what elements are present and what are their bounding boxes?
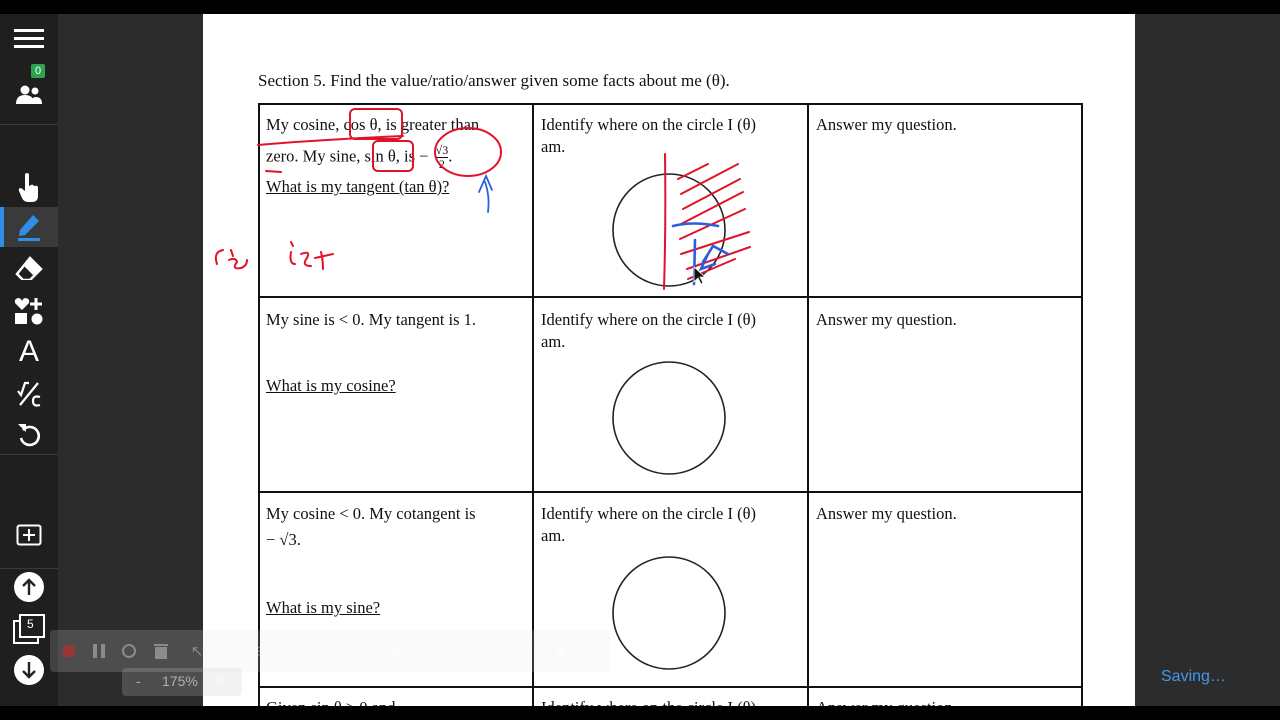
hand-pointer-icon[interactable] (0, 167, 58, 207)
restart-icon[interactable] (118, 640, 140, 662)
fraction-denominator: 2 (438, 157, 445, 171)
zoom-minus-button[interactable]: - (136, 673, 141, 689)
row1-identify-line2: am. (541, 137, 566, 156)
scroll-up-icon[interactable] (14, 572, 44, 602)
spotlight-icon[interactable]: ✳ (282, 640, 304, 662)
row3-fact-line2: − √3. (266, 530, 301, 549)
row3-facts: My cosine < 0. My cotangent is − √3. Wha… (266, 503, 526, 619)
row1-fact-line2: zero. My sine, sin θ, is − (266, 146, 429, 166)
row1-facts: My cosine, cos θ, is greater than zero. … (266, 114, 526, 198)
row3-identify: Identify where on the circle I (θ) am. (541, 503, 803, 547)
camera-icon[interactable]: ■ (550, 640, 572, 662)
row1-fraction-tail: . (448, 146, 453, 166)
row1-question: What is my tangent (tan θ)? (266, 177, 450, 196)
undo-icon[interactable] (0, 414, 58, 454)
section-title: Section 5. Find the value/ratio/answer g… (258, 71, 730, 90)
recording-toolbar: ↖ ⊕ ⊖ ✳ ⬚ T ▦ ✎ ☺ ◇ ⊘ ■ ‹ (50, 630, 610, 672)
hide-drawing-icon[interactable]: ⊘ (516, 640, 538, 662)
participants-count-badge: 0 (31, 64, 46, 78)
zoom-in-icon[interactable]: ⊕ (220, 640, 242, 662)
collapse-icon[interactable]: ‹ (582, 640, 604, 662)
row2-identify-line1: Identify where on the circle I (θ) (541, 310, 756, 329)
row3-identify-line2: am. (541, 526, 566, 545)
table-border (258, 491, 1083, 493)
row1-identify-line1: Identify where on the circle I (θ) (541, 115, 756, 134)
zoom-control: - 175% + (122, 668, 242, 696)
divider (0, 568, 58, 569)
table-border (532, 103, 534, 706)
page-count-icon[interactable]: 5 (13, 614, 45, 644)
zoom-plus-button[interactable]: + (216, 670, 227, 691)
divider (0, 454, 58, 455)
row3-identify-line1: Identify where on the circle I (θ) (541, 504, 756, 523)
row2-question: What is my cosine? (266, 376, 396, 395)
record-stop-icon[interactable] (58, 640, 80, 662)
divider (0, 124, 58, 125)
worksheet-page[interactable]: Section 5. Find the value/ratio/answer g… (203, 14, 1135, 706)
scroll-down-icon[interactable] (14, 655, 44, 685)
row1-answer: Answer my question. (816, 115, 957, 134)
row2-identify-line2: am. (541, 332, 566, 351)
eraser-icon[interactable] (0, 248, 58, 288)
worksheet-table: My cosine, cos θ, is greater than zero. … (258, 103, 1083, 706)
row4-identify: Identify where on the circle I (θ) (541, 697, 756, 706)
table-border (258, 103, 1083, 105)
row3-answer: Answer my question. (816, 504, 957, 523)
add-page-icon[interactable] (0, 515, 58, 555)
top-bar (0, 0, 1280, 14)
page-count-label: 5 (27, 617, 34, 631)
row1-identify: Identify where on the circle I (θ) am. (541, 114, 803, 158)
saving-status: Saving… (1161, 668, 1226, 685)
shapes-icon[interactable] (0, 291, 58, 331)
emoji-icon[interactable]: ☺ (450, 640, 472, 662)
math-tool-icon[interactable] (0, 374, 58, 414)
text-tool-icon[interactable]: A (0, 332, 58, 372)
row4-facts: Given sin θ > 0 and (266, 697, 396, 706)
fraction-numerator: √3 (435, 143, 449, 158)
participants-icon[interactable]: 0 (0, 64, 58, 114)
delete-icon[interactable] (150, 640, 172, 662)
row2-answer: Answer my question. (816, 310, 957, 329)
eraser-icon[interactable]: ◇ (484, 640, 506, 662)
pen-icon[interactable] (0, 207, 58, 247)
pause-icon[interactable] (88, 640, 110, 662)
table-border (258, 686, 1083, 688)
row3-fact-line1: My cosine < 0. My cotangent is (266, 504, 476, 523)
text-size-icon[interactable]: T (350, 640, 372, 662)
blur-icon[interactable]: ▦ (384, 640, 406, 662)
tool-sidebar: 0 A 5 (0, 14, 58, 706)
zoom-out-icon[interactable]: ⊖ (250, 640, 272, 662)
bottom-bar (0, 706, 1280, 720)
row2-identify: Identify where on the circle I (θ) am. (541, 309, 803, 353)
zoom-level: 175% (162, 673, 198, 689)
table-border (258, 103, 260, 706)
table-border (1081, 103, 1083, 706)
row4-answer: Answer my question. (816, 697, 957, 706)
row1-fact-line1: My cosine, cos θ, is greater than (266, 115, 480, 134)
text-tool-glyph: A (18, 335, 39, 368)
table-border (807, 103, 809, 706)
row2-fact-line1: My sine is < 0. My tangent is 1. (266, 310, 477, 329)
row2-facts: My sine is < 0. My tangent is 1. What is… (266, 309, 526, 397)
crop-icon[interactable]: ⬚ (316, 640, 338, 662)
row3-question: What is my sine? (266, 598, 381, 617)
row1-fraction: √3 2 (435, 143, 449, 171)
table-border (258, 296, 1083, 298)
menu-icon[interactable] (0, 19, 58, 59)
select-icon[interactable]: ↖ (186, 640, 208, 662)
draw-icon[interactable]: ✎ (416, 640, 438, 662)
